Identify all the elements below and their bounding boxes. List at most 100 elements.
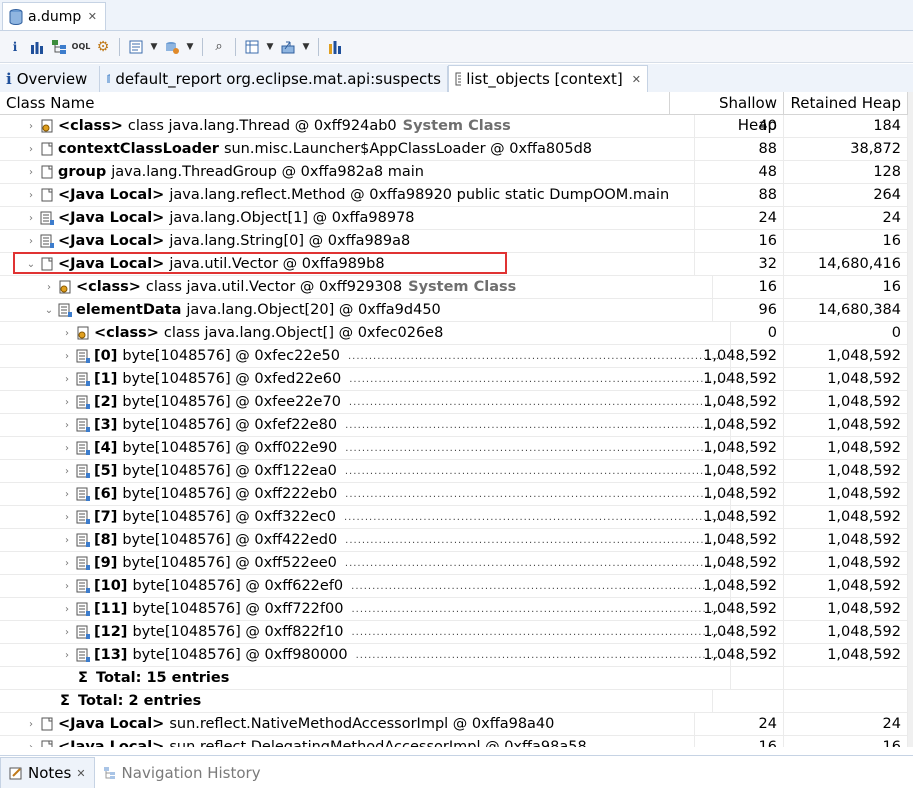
chevron-down-icon[interactable]: ▼ xyxy=(301,42,311,52)
table-row[interactable]: ⌄ elementData java.lang.Object[20] @ 0xffa… xyxy=(0,299,913,322)
chevron-right-icon[interactable]: › xyxy=(24,213,38,224)
table-row[interactable]: › [10] byte[1048576] @ 0xff622ef0.........… xyxy=(0,575,913,598)
chevron-right-icon[interactable]: › xyxy=(60,374,74,385)
chevron-right-icon[interactable]: › xyxy=(24,121,38,132)
table-row[interactable]: › [6] byte[1048576] @ 0xff222eb0..........… xyxy=(0,483,913,506)
table-row[interactable]: › <Java Local> sun.reflect.DelegatingMetho… xyxy=(0,736,913,747)
chevron-right-icon[interactable]: › xyxy=(60,466,74,477)
calculate-retained-icon[interactable] xyxy=(326,38,344,56)
chevron-right-icon[interactable]: › xyxy=(24,236,38,247)
row-prefix: <Java Local> xyxy=(58,256,165,272)
chevron-right-icon[interactable]: › xyxy=(24,190,38,201)
class-name-cell: › <Java Local> sun.reflect.NativeMethodAcc… xyxy=(0,713,695,735)
table-row[interactable]: › <class> class java.util.Vector @ 0xff929… xyxy=(0,276,913,299)
row-prefix: <class> xyxy=(58,118,123,134)
table-row[interactable]: › <Java Local> java.lang.reflect.Method @ … xyxy=(0,184,913,207)
vertical-scrollbar[interactable] xyxy=(908,92,913,747)
chevron-right-icon[interactable]: › xyxy=(60,581,74,592)
chevron-right-icon[interactable]: › xyxy=(24,167,38,178)
retained-heap-cell: 24 xyxy=(784,207,908,229)
info-icon[interactable]: i xyxy=(6,38,24,56)
tab-list-objects[interactable]: list_objects [context] ✕ xyxy=(448,65,648,92)
row-object-text: java.lang.reflect.Method @ 0xffa98920 pu… xyxy=(169,187,670,203)
table-row[interactable]: › <Java Local> java.lang.Object[1] @ 0xffa… xyxy=(0,207,913,230)
chevron-right-icon[interactable]: › xyxy=(60,489,74,500)
table-row[interactable]: › <Java Local> java.lang.String[0] @ 0xffa… xyxy=(0,230,913,253)
row-object-text: sun.reflect.DelegatingMethodAccessorImpl… xyxy=(169,739,587,747)
class-icon xyxy=(58,280,72,294)
chevron-down-icon[interactable]: ▼ xyxy=(185,42,195,52)
row-object-text: byte[1048576] @ 0xff222eb0 xyxy=(122,486,338,502)
toolbar-separator xyxy=(202,37,203,56)
table-row[interactable]: › [7] byte[1048576] @ 0xff322ec0..........… xyxy=(0,506,913,529)
chevron-right-icon[interactable]: › xyxy=(60,328,74,339)
row-prefix: contextClassLoader xyxy=(58,141,219,157)
close-icon[interactable]: ✕ xyxy=(632,73,641,86)
table-row[interactable]: › [4] byte[1048576] @ 0xff022e90..........… xyxy=(0,437,913,460)
table-row[interactable]: › <class> class java.lang.Object[] @ 0xfec… xyxy=(0,322,913,345)
table-row[interactable]: › [0] byte[1048576] @ 0xfec22e50..........… xyxy=(0,345,913,368)
row-object-text: byte[1048576] @ 0xff622ef0 xyxy=(132,578,344,594)
chevron-right-icon[interactable]: › xyxy=(24,742,38,748)
table-row[interactable]: › group java.lang.ThreadGroup @ 0xffa982a8… xyxy=(0,161,913,184)
col-header-retained-heap[interactable]: Retained Heap xyxy=(784,92,908,114)
chevron-right-icon[interactable]: › xyxy=(24,719,38,730)
table-row[interactable]: › contextClassLoader sun.misc.Launcher$App… xyxy=(0,138,913,161)
chevron-down-icon[interactable]: ⌄ xyxy=(24,259,38,270)
chevron-down-icon[interactable]: ▼ xyxy=(149,42,159,52)
total-label: Total: 2 entries xyxy=(78,693,202,709)
chevron-down-icon[interactable]: ▼ xyxy=(265,42,275,52)
dominator-tree-icon[interactable] xyxy=(50,38,68,56)
export-icon[interactable] xyxy=(279,38,297,56)
chevron-right-icon[interactable]: › xyxy=(60,512,74,523)
histogram-icon[interactable] xyxy=(28,38,46,56)
total-row[interactable]: Σ Total: 2 entries xyxy=(0,690,913,713)
object-table[interactable]: Class Name Shallow Heap Retained Heap › <… xyxy=(0,92,913,747)
chevron-down-icon[interactable]: ⌄ xyxy=(42,305,56,316)
row-object-text: byte[1048576] @ 0xff422ed0 xyxy=(122,532,338,548)
editor-tab-adump[interactable]: a.dump ✕ xyxy=(2,2,106,30)
tab-navigation-history[interactable]: Navigation History xyxy=(95,758,269,788)
table-row[interactable]: › [12] byte[1048576] @ 0xff822f10.........… xyxy=(0,621,913,644)
close-icon[interactable]: ✕ xyxy=(76,767,85,780)
chevron-right-icon[interactable]: › xyxy=(60,604,74,615)
table-row[interactable]: › [2] byte[1048576] @ 0xfee22e70..........… xyxy=(0,391,913,414)
chevron-right-icon[interactable]: › xyxy=(60,443,74,454)
shallow-heap-cell: 1,048,592 xyxy=(670,552,784,574)
query-browser-icon[interactable] xyxy=(127,38,145,56)
total-row[interactable]: Σ Total: 15 entries xyxy=(0,667,913,690)
table-row[interactable]: › [1] byte[1048576] @ 0xfed22e60..........… xyxy=(0,368,913,391)
table-row[interactable]: › <Java Local> sun.reflect.NativeMethodAcc… xyxy=(0,713,913,736)
notes-icon xyxy=(9,767,22,780)
table-row[interactable]: › [13] byte[1048576] @ 0xff980000.........… xyxy=(0,644,913,667)
chevron-right-icon[interactable]: › xyxy=(24,144,38,155)
table-row[interactable]: › [5] byte[1048576] @ 0xff122ea0..........… xyxy=(0,460,913,483)
chevron-right-icon[interactable]: › xyxy=(42,282,56,293)
tab-default-report[interactable]: default_report org.eclipse.mat.api:suspe… xyxy=(100,66,448,92)
table-row[interactable]: › [3] byte[1048576] @ 0xfef22e80..........… xyxy=(0,414,913,437)
col-header-class-name[interactable]: Class Name xyxy=(0,92,670,114)
table-row[interactable]: › <class> class java.lang.Thread @ 0xff924… xyxy=(0,115,913,138)
class-name-cell: › [6] byte[1048576] @ 0xff222eb0..........… xyxy=(0,483,731,505)
close-icon[interactable]: ✕ xyxy=(88,10,97,23)
table-row[interactable]: › [9] byte[1048576] @ 0xff522ee0..........… xyxy=(0,552,913,575)
chevron-right-icon[interactable]: › xyxy=(60,650,74,661)
table-layout-icon[interactable] xyxy=(243,38,261,56)
search-icon[interactable]: ⌕ xyxy=(210,38,228,56)
chevron-right-icon[interactable]: › xyxy=(60,627,74,638)
col-header-shallow-heap[interactable]: Shallow Heap xyxy=(670,92,784,134)
table-row[interactable]: › [8] byte[1048576] @ 0xff422ed0..........… xyxy=(0,529,913,552)
chevron-right-icon[interactable]: › xyxy=(60,535,74,546)
table-row[interactable]: ⌄ <Java Local> java.util.Vector @ 0xffa989… xyxy=(0,253,913,276)
chevron-right-icon[interactable]: › xyxy=(60,397,74,408)
chevron-right-icon[interactable]: › xyxy=(60,420,74,431)
tab-notes[interactable]: Notes ✕ xyxy=(0,757,95,788)
heap-dump-overview-icon[interactable] xyxy=(163,38,181,56)
gear-icon[interactable]: ⚙ xyxy=(94,38,112,56)
row-prefix: [10] xyxy=(94,578,128,594)
chevron-right-icon[interactable]: › xyxy=(60,558,74,569)
chevron-right-icon[interactable]: › xyxy=(60,351,74,362)
table-row[interactable]: › [11] byte[1048576] @ 0xff722f00.........… xyxy=(0,598,913,621)
oql-icon[interactable]: OQL xyxy=(72,38,91,56)
tab-overview[interactable]: i Overview xyxy=(0,66,100,92)
